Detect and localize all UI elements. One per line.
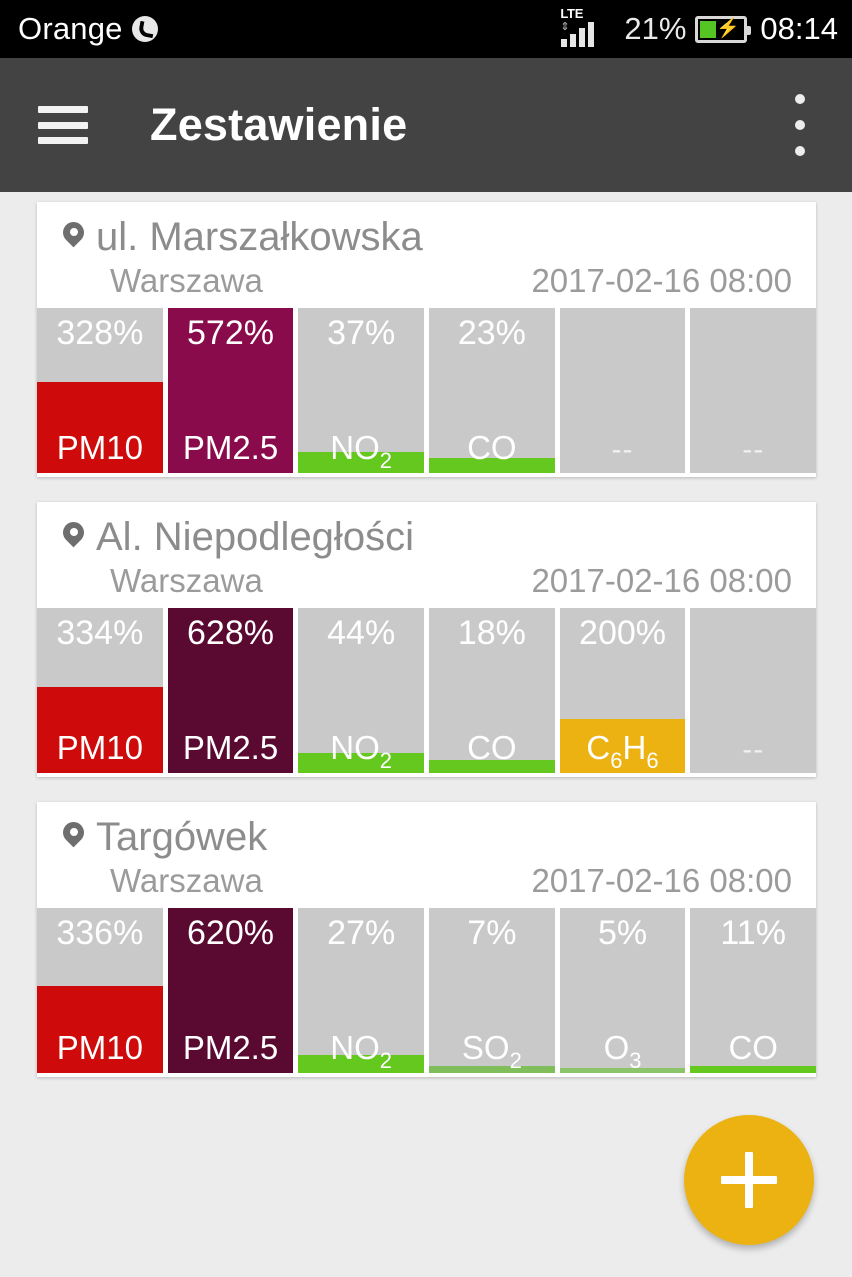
station-header: Targówek Warszawa 2017-02-16 08:00 bbox=[37, 802, 816, 908]
measurement-value: 18% bbox=[457, 614, 526, 652]
measurement-label: NO2 bbox=[330, 1029, 393, 1073]
overflow-menu-icon[interactable] bbox=[792, 94, 808, 156]
measurement-value: 572% bbox=[187, 314, 274, 352]
measurement-value: 5% bbox=[597, 914, 648, 952]
measurement-label: PM2.5 bbox=[182, 429, 279, 466]
measurement-value: 336% bbox=[56, 914, 144, 952]
station-timestamp: 2017-02-16 08:00 bbox=[531, 862, 792, 899]
measurement-bars: 328% PM10 572% PM2.5 37% NO2 23% CO -- -- bbox=[37, 308, 816, 477]
measurement-fill bbox=[429, 1066, 555, 1073]
station-city: Warszawa bbox=[110, 862, 263, 899]
measurement-bars: 334% PM10 628% PM2.5 44% NO2 18% CO 200% C6H6 -- bbox=[37, 608, 816, 777]
measurement-bar[interactable]: 5% O3 bbox=[559, 908, 686, 1073]
measurement-fill bbox=[690, 1066, 816, 1073]
location-pin-icon bbox=[63, 822, 84, 851]
battery-icon: ⚡ bbox=[695, 15, 752, 43]
station-name: ul. Marszałkowska bbox=[96, 215, 423, 259]
measurement-label: PM10 bbox=[56, 1029, 143, 1066]
station-name: Al. Niepodległości bbox=[96, 515, 414, 559]
measurement-bar[interactable]: 11% CO bbox=[690, 908, 816, 1073]
measurement-label: CO bbox=[467, 729, 517, 766]
measurement-bar[interactable]: 336% PM10 bbox=[37, 908, 163, 1073]
measurement-fill bbox=[559, 1068, 686, 1073]
measurement-bar[interactable]: 44% NO2 bbox=[298, 608, 425, 773]
measurement-bar[interactable]: 7% SO2 bbox=[429, 908, 555, 1073]
station-card[interactable]: Targówek Warszawa 2017-02-16 08:00 336% PM10… bbox=[37, 802, 816, 1077]
station-header: ul. Marszałkowska Warszawa 2017-02-16 08:0… bbox=[37, 202, 816, 308]
measurement-value: 7% bbox=[467, 914, 517, 952]
measurement-bar[interactable]: 328% PM10 bbox=[37, 308, 163, 473]
station-card[interactable]: ul. Marszałkowska Warszawa 2017-02-16 08:0… bbox=[37, 202, 816, 477]
measurement-label: PM10 bbox=[56, 729, 143, 766]
measurement-value: 334% bbox=[56, 614, 144, 652]
measurement-bar[interactable]: -- bbox=[690, 308, 816, 473]
station-card[interactable]: Al. Niepodległości Warszawa 2017-02-16 08:… bbox=[37, 502, 816, 777]
measurement-label: PM2.5 bbox=[182, 729, 279, 766]
app-bar: Zestawienie bbox=[0, 58, 852, 192]
station-timestamp: 2017-02-16 08:00 bbox=[531, 262, 792, 299]
measurement-value: 11% bbox=[720, 914, 786, 952]
measurement-value: 628% bbox=[187, 614, 274, 652]
carrier-label: Orange bbox=[18, 11, 123, 46]
measurement-bars: 336% PM10 620% PM2.5 27% NO2 7% SO2 5% O3 11% CO bbox=[37, 908, 816, 1077]
status-indicators: LTE ⇕ 21% ⚡ 08:14 bbox=[559, 6, 838, 49]
measurement-label: CO bbox=[728, 1029, 778, 1066]
measurement-bar[interactable]: 37% NO2 bbox=[298, 308, 425, 473]
add-station-button[interactable] bbox=[684, 1115, 814, 1245]
measurement-value: 27% bbox=[327, 914, 396, 952]
measurement-value: 37% bbox=[327, 314, 396, 352]
measurement-bar[interactable]: 628% PM2.5 bbox=[167, 608, 294, 773]
hamburger-icon[interactable] bbox=[38, 106, 88, 144]
measurement-label: CO bbox=[467, 429, 517, 466]
measurement-label: -- bbox=[742, 733, 765, 766]
station-subtitle-row: Warszawa 2017-02-16 08:00 bbox=[55, 262, 798, 300]
station-city: Warszawa bbox=[110, 562, 263, 599]
page-title: Zestawienie bbox=[150, 99, 408, 150]
station-title-row: ul. Marszałkowska bbox=[55, 216, 798, 258]
station-title-row: Targówek bbox=[55, 816, 798, 858]
measurement-bar[interactable]: 334% PM10 bbox=[37, 608, 163, 773]
measurement-label: NO2 bbox=[330, 429, 393, 473]
location-pin-icon bbox=[63, 522, 84, 551]
measurement-bar[interactable]: 200% C6H6 bbox=[559, 608, 686, 773]
battery-percent-label: 21% bbox=[624, 11, 687, 46]
station-city: Warszawa bbox=[110, 262, 263, 299]
station-name: Targówek bbox=[96, 815, 268, 859]
signal-strength-icon: LTE ⇕ bbox=[559, 6, 615, 49]
measurement-bar[interactable]: 620% PM2.5 bbox=[167, 908, 294, 1073]
clock-label: 08:14 bbox=[760, 11, 838, 46]
network-type-label: LTE bbox=[560, 6, 584, 21]
measurement-bar[interactable]: 23% CO bbox=[429, 308, 555, 473]
measurement-label: -- bbox=[611, 433, 634, 466]
measurement-value: 44% bbox=[327, 614, 396, 652]
measurement-value: 328% bbox=[56, 314, 144, 352]
measurement-value: 23% bbox=[457, 314, 526, 352]
measurement-label: O3 bbox=[603, 1029, 642, 1073]
measurement-bar[interactable]: -- bbox=[559, 308, 686, 473]
measurement-label: PM2.5 bbox=[182, 1029, 279, 1066]
station-timestamp: 2017-02-16 08:00 bbox=[531, 562, 792, 599]
measurement-bar[interactable]: 18% CO bbox=[429, 608, 555, 773]
status-bar: Orange LTE ⇕ 21% ⚡ 08:14 bbox=[0, 0, 852, 58]
measurement-bar[interactable]: -- bbox=[690, 608, 816, 773]
station-header: Al. Niepodległości Warszawa 2017-02-16 08:… bbox=[37, 502, 816, 608]
call-icon bbox=[131, 16, 158, 42]
signal-bars-icon bbox=[561, 21, 595, 47]
measurement-label: C6H6 bbox=[586, 729, 659, 773]
station-list: ul. Marszałkowska Warszawa 2017-02-16 08:0… bbox=[0, 192, 852, 1077]
plus-icon bbox=[721, 1152, 777, 1208]
measurement-label: PM10 bbox=[56, 429, 143, 466]
measurement-bar[interactable]: 572% PM2.5 bbox=[167, 308, 294, 473]
measurement-label: -- bbox=[742, 433, 765, 466]
station-title-row: Al. Niepodległości bbox=[55, 516, 798, 558]
measurement-label: SO2 bbox=[461, 1029, 522, 1073]
station-subtitle-row: Warszawa 2017-02-16 08:00 bbox=[55, 862, 798, 900]
measurement-value: 200% bbox=[579, 614, 666, 652]
measurement-bar[interactable]: 27% NO2 bbox=[298, 908, 425, 1073]
station-subtitle-row: Warszawa 2017-02-16 08:00 bbox=[55, 562, 798, 600]
measurement-value: 620% bbox=[187, 914, 274, 952]
measurement-label: NO2 bbox=[330, 729, 393, 773]
location-pin-icon bbox=[63, 222, 84, 251]
